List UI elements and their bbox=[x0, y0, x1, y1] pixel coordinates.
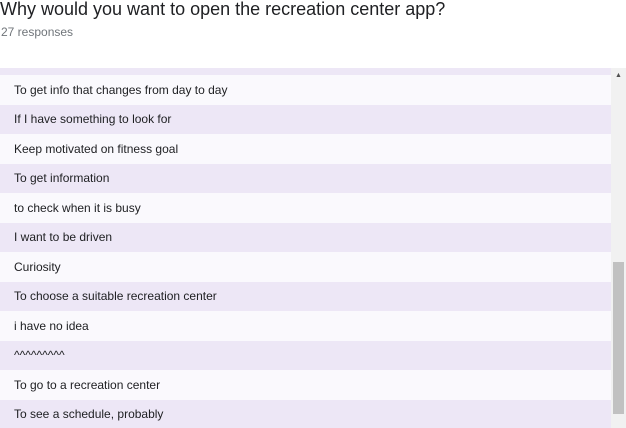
list-item: to check when it is busy bbox=[0, 193, 611, 223]
responses-list: To get info that changes from day to day… bbox=[0, 68, 611, 428]
question-title: Why would you want to open the recreatio… bbox=[0, 0, 446, 19]
list-item-partial bbox=[0, 68, 611, 75]
list-item: If I have something to look for bbox=[0, 104, 611, 134]
list-item: ^^^^^^^^^ bbox=[0, 340, 611, 370]
list-item: i have no idea bbox=[0, 311, 611, 341]
vertical-scrollbar[interactable]: ▲ bbox=[611, 68, 626, 428]
list-item: Curiosity bbox=[0, 252, 611, 282]
list-item: To see a schedule, probably bbox=[0, 399, 611, 428]
response-count: 27 responses bbox=[1, 25, 74, 39]
list-item: To go to a recreation center bbox=[0, 370, 611, 400]
list-item: I want to be driven bbox=[0, 222, 611, 252]
scroll-thumb[interactable] bbox=[613, 262, 624, 414]
list-item: To get information bbox=[0, 163, 611, 193]
list-item: Keep motivated on fitness goal bbox=[0, 134, 611, 164]
scroll-up-arrow-icon[interactable]: ▲ bbox=[611, 68, 626, 83]
list-item: To get info that changes from day to day bbox=[0, 75, 611, 105]
responses-panel[interactable]: To get info that changes from day to day… bbox=[0, 68, 626, 428]
list-item: To choose a suitable recreation center bbox=[0, 281, 611, 311]
